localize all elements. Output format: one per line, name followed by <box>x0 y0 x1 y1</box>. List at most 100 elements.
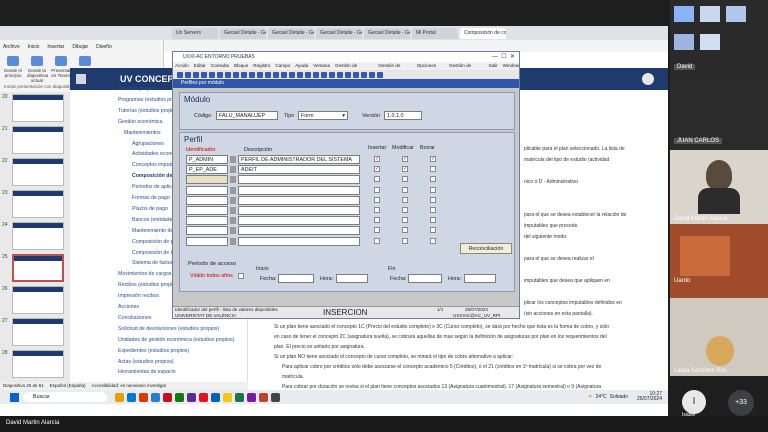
avatar[interactable] <box>642 73 654 85</box>
forms-menu-item[interactable]: Window <box>503 62 519 70</box>
search-input[interactable]: Buscar <box>23 392 107 402</box>
taskbar-app-icon[interactable] <box>247 392 256 402</box>
modificar-checkbox[interactable] <box>402 237 408 244</box>
taskbar-app-icon[interactable] <box>271 392 280 402</box>
modificar-checkbox[interactable]: ✓ <box>402 166 408 173</box>
sidenav-item[interactable]: Solicitud de devoluciones (estudios prop… <box>118 326 219 332</box>
insertar-checkbox[interactable]: ✓ <box>374 166 380 173</box>
slide-thumbnail[interactable] <box>12 190 64 218</box>
list-values-icon[interactable] <box>230 186 236 194</box>
sidenav-item[interactable]: Gestión económica <box>118 119 162 125</box>
inicio-fecha-field[interactable] <box>278 274 314 283</box>
toolbar-button[interactable] <box>217 71 223 78</box>
insertar-checkbox[interactable] <box>374 207 380 213</box>
sidenav-item[interactable]: Plazos de pago <box>132 206 168 212</box>
forms-menu-item[interactable]: Consulta <box>211 62 229 70</box>
sidenav-item[interactable]: Unidades de gestión económica (estudios … <box>118 337 235 343</box>
toolbar-button[interactable] <box>201 71 207 78</box>
slide-thumbnail[interactable] <box>12 222 64 250</box>
taskbar-app-icon[interactable] <box>115 392 124 402</box>
insertar-checkbox[interactable] <box>374 186 380 193</box>
slide-thumbnail[interactable] <box>12 94 64 122</box>
toolbar-button[interactable] <box>305 71 311 78</box>
sidenav-item[interactable]: Acciones <box>118 304 139 310</box>
slide-thumbnail[interactable] <box>12 126 64 154</box>
toolbar-button[interactable] <box>265 71 271 78</box>
perfil-id-field[interactable] <box>186 216 228 226</box>
browser-tab[interactable]: Gecsel Detalle - Gecsel U... <box>316 27 362 39</box>
toolbar-button[interactable] <box>193 71 199 78</box>
perfil-desc-field[interactable] <box>238 216 360 226</box>
perfil-desc-field[interactable]: PERFIL DE ADMINISTRADOR DEL SISTEMA <box>238 155 360 164</box>
forms-menu-item[interactable]: Acción <box>175 62 189 70</box>
window-controls[interactable]: — ☐ ✕ <box>492 53 515 60</box>
sidenav-item[interactable]: Tutorías (estudios propios) <box>118 108 180 114</box>
toolbar-button[interactable] <box>241 71 247 78</box>
taskbar-app-icon[interactable] <box>259 392 268 402</box>
toolbar-button[interactable] <box>345 71 351 78</box>
forms-menu-item[interactable]: Opciones ITO <box>417 62 444 76</box>
taskbar-app-icon[interactable] <box>211 392 220 402</box>
toolbar-button[interactable] <box>353 71 359 78</box>
toolbar-button[interactable] <box>369 71 375 78</box>
list-values-icon[interactable] <box>230 237 236 245</box>
toolbar-button[interactable] <box>249 71 255 78</box>
perfil-desc-field[interactable] <box>238 195 360 205</box>
borrar-checkbox[interactable] <box>430 186 436 193</box>
perfil-desc-field[interactable] <box>238 175 360 185</box>
list-values-icon[interactable] <box>230 196 236 204</box>
forms-menu-item[interactable]: Campo <box>275 62 290 70</box>
forms-menu-item[interactable]: Gestión de ficheros <box>335 62 373 76</box>
borrar-checkbox[interactable] <box>430 166 436 173</box>
reconciliacion-button[interactable]: Reconciliación <box>460 243 512 254</box>
toolbar-button[interactable] <box>313 71 319 78</box>
toolbar-button[interactable] <box>185 71 191 78</box>
forms-menu-item[interactable]: Gestión de tablas <box>449 62 484 76</box>
insertar-checkbox[interactable] <box>374 176 380 183</box>
participant-tile-david[interactable]: David <box>670 0 768 78</box>
toolbar-button[interactable] <box>233 71 239 78</box>
ppt-menu-item[interactable]: Dibujar <box>72 44 88 50</box>
modificar-checkbox[interactable] <box>402 217 408 224</box>
participant-tile-laura[interactable]: Laura Sanchez Ros <box>670 298 768 376</box>
modificar-checkbox[interactable]: ✓ <box>402 156 408 162</box>
list-values-icon[interactable] <box>230 176 236 184</box>
toolbar-button[interactable] <box>177 71 183 78</box>
ppt-ribbon-button[interactable]: Desde el principio <box>3 56 23 82</box>
fin-hora-field[interactable] <box>464 274 496 283</box>
ppt-menu-item[interactable]: Inicio <box>28 44 40 50</box>
perfil-id-field[interactable] <box>186 185 228 195</box>
forms-menu-item[interactable]: Ventana <box>313 62 330 70</box>
list-values-icon[interactable] <box>230 217 236 225</box>
sidenav-item[interactable]: Conciliaciones <box>118 315 151 321</box>
taskbar-app-icon[interactable] <box>187 392 196 402</box>
sidenav-item[interactable]: Expedientes (estudios propios) <box>118 348 189 354</box>
list-values-icon[interactable] <box>230 207 236 214</box>
borrar-checkbox[interactable] <box>430 207 436 213</box>
user-avatar[interactable]: I <box>682 390 706 414</box>
modificar-checkbox[interactable] <box>402 196 408 203</box>
perfil-id-field[interactable] <box>186 206 228 215</box>
fin-fecha-field[interactable] <box>408 274 442 283</box>
toolbar-button[interactable] <box>297 71 303 78</box>
insertar-checkbox[interactable]: ✓ <box>374 156 380 162</box>
taskbar-app-icon[interactable] <box>139 392 148 402</box>
perfil-desc-field[interactable]: ADEIT <box>238 165 360 175</box>
perfil-id-field[interactable]: P_ADMIN <box>186 155 228 164</box>
browser-tab[interactable]: Mi Portal <box>412 27 458 39</box>
toolbar-button[interactable] <box>289 71 295 78</box>
browser-tab[interactable]: Gecsel Detalle - Gecsel B... <box>220 27 266 39</box>
modificar-checkbox[interactable] <box>402 227 408 234</box>
sidenav-item[interactable]: Estudios propios <box>118 86 156 92</box>
toolbar-button[interactable] <box>209 71 215 78</box>
version-field[interactable]: 1.0.1.0 <box>384 111 422 120</box>
browser-tab[interactable]: Composición de conceptos ... <box>460 27 506 39</box>
slide-thumbnail[interactable] <box>12 254 64 282</box>
browser-tab[interactable]: Gecsel Detalle - Gecsel U... <box>364 27 410 39</box>
ppt-ribbon-button[interactable]: Desde la diapositiva actual <box>27 56 48 83</box>
borrar-checkbox[interactable] <box>430 237 436 244</box>
windows-start-icon[interactable] <box>10 392 19 402</box>
sidenav-item[interactable]: Bancos (entidades) <box>132 217 177 223</box>
toolbar-button[interactable] <box>377 71 383 78</box>
toolbar-button[interactable] <box>321 71 327 78</box>
